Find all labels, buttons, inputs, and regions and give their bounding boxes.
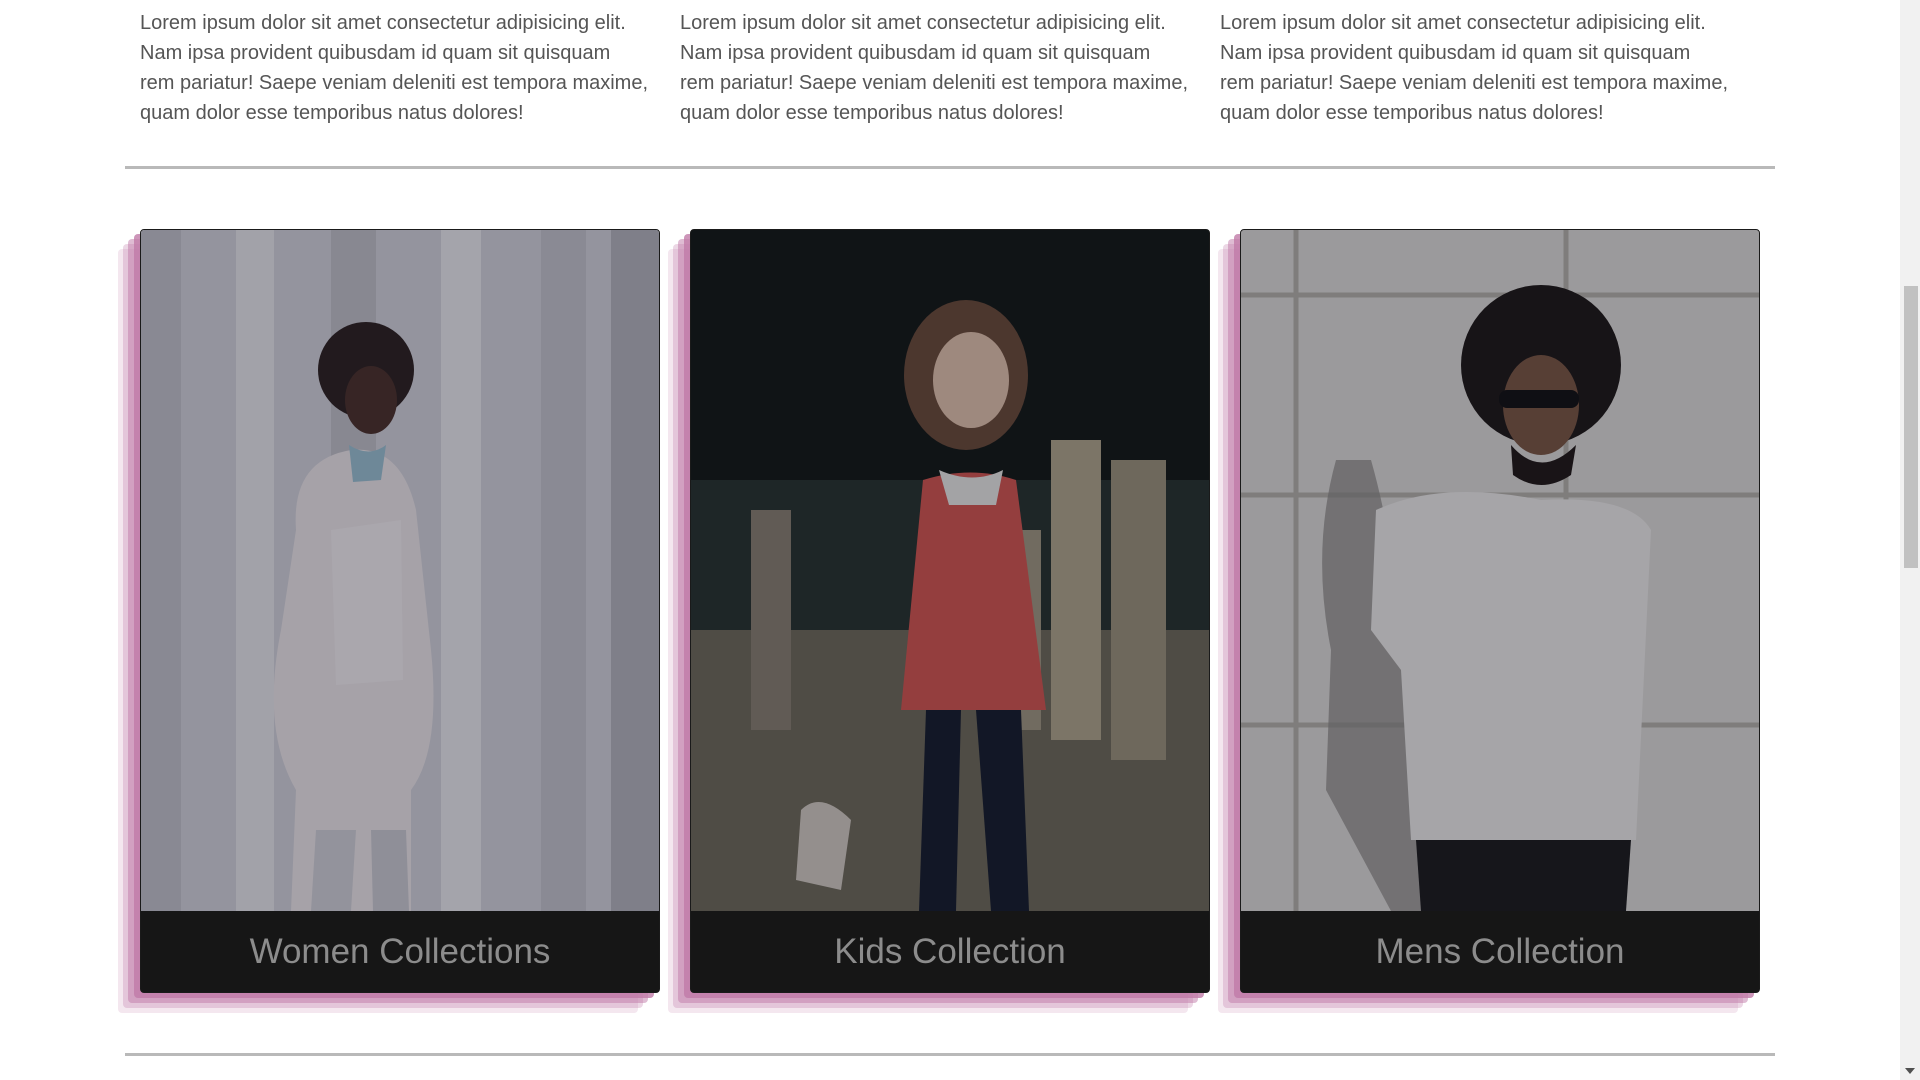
collection-card-kids[interactable]: Kids Collection — [668, 229, 1210, 1013]
intro-text-row: Lorem ipsum dolor sit amet consectetur a… — [140, 8, 1760, 128]
collection-card-caption: Kids Collection — [691, 911, 1209, 992]
scroll-down-arrow-icon[interactable] — [1905, 1068, 1915, 1074]
collection-title: Women Collections — [249, 931, 551, 971]
intro-text-column: Lorem ipsum dolor sit amet consectetur a… — [680, 12, 1189, 124]
collection-card-caption: Mens Collection — [1241, 911, 1759, 992]
intro-text-column: Lorem ipsum dolor sit amet consectetur a… — [1220, 12, 1729, 124]
woman-portrait-photo — [141, 230, 659, 911]
collection-card-women[interactable]: Women Collections — [118, 229, 660, 1013]
collection-card-mens[interactable]: Mens Collection — [1218, 229, 1760, 1013]
collection-card-caption: Women Collections — [141, 911, 659, 992]
page-scrollbar[interactable] — [1900, 0, 1920, 1080]
intro-text-column: Lorem ipsum dolor sit amet consectetur a… — [140, 12, 649, 124]
collection-title: Kids Collection — [834, 931, 1066, 971]
scrollbar-thumb[interactable] — [1904, 286, 1918, 568]
collection-title: Mens Collection — [1375, 931, 1625, 971]
section-divider — [125, 166, 1775, 169]
man-portrait-photo — [1241, 230, 1759, 911]
child-portrait-photo — [691, 230, 1209, 911]
section-divider — [125, 1053, 1775, 1056]
